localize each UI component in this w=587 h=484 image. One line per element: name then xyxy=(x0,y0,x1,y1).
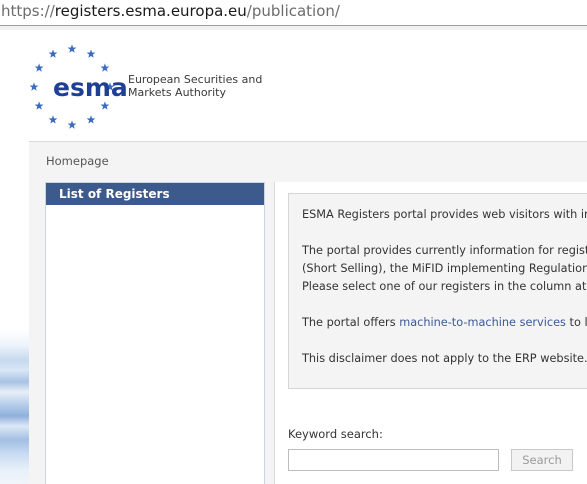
star-icon xyxy=(29,82,39,91)
org-name-line1: European Securities and xyxy=(128,73,263,86)
info-paragraph-4: This disclaimer does not apply to the ER… xyxy=(302,352,587,365)
star-icon xyxy=(67,120,77,129)
keyword-search-input[interactable] xyxy=(288,449,499,471)
info-paragraph-3: The portal offers machine-to-machine ser… xyxy=(302,314,587,332)
url-scheme: https:// xyxy=(1,2,55,20)
star-icon xyxy=(100,101,110,110)
address-bar[interactable]: https://registers.esma.europa.eu/publica… xyxy=(0,0,587,26)
main-content: ESMA Registers portal provides web visit… xyxy=(274,182,587,484)
breadcrumb: Homepage xyxy=(46,154,109,168)
page-body: Homepage List of Registers ESMA Register… xyxy=(29,142,587,484)
info-paragraph-3-prefix: The portal offers xyxy=(302,316,400,329)
machine-to-machine-link[interactable]: machine-to-machine services xyxy=(399,316,566,329)
star-icon xyxy=(34,101,44,110)
org-name-line2: Markets Authority xyxy=(128,86,226,99)
star-icon xyxy=(48,49,58,58)
star-icon xyxy=(86,115,96,124)
url-path: /publication/ xyxy=(246,2,340,20)
sidebar: List of Registers xyxy=(45,182,265,484)
url-host: registers.esma.europa.eu xyxy=(54,2,247,20)
search-button[interactable]: Search xyxy=(511,449,573,471)
org-name: European Securities and Markets Authorit… xyxy=(128,73,262,99)
info-paragraph-3-suffix: to larg xyxy=(569,316,587,329)
info-box: ESMA Registers portal provides web visit… xyxy=(288,193,587,389)
site-header: esma European Securities and Markets Aut… xyxy=(29,30,587,142)
url-text[interactable]: https://registers.esma.europa.eu/publica… xyxy=(1,2,340,20)
info-paragraph-2-line-2: (Short Selling), the MiFID implementing … xyxy=(302,262,587,275)
keyword-search-label: Keyword search: xyxy=(288,427,383,441)
info-paragraph-2-line-3: Please select one of our registers in th… xyxy=(302,280,587,293)
info-paragraph-1: ESMA Registers portal provides web visit… xyxy=(302,208,587,221)
esma-logo[interactable]: esma xyxy=(53,73,128,102)
star-icon xyxy=(48,115,58,124)
breadcrumb-home-link[interactable]: Homepage xyxy=(46,154,109,168)
star-icon xyxy=(67,44,77,53)
sidebar-title-list-of-registers[interactable]: List of Registers xyxy=(46,183,264,205)
star-icon xyxy=(86,49,96,58)
star-icon xyxy=(100,63,110,72)
background-gradient-strip xyxy=(0,30,29,484)
info-paragraph-2-line-1: The portal provides currently informatio… xyxy=(302,244,587,257)
star-icon xyxy=(34,63,44,72)
